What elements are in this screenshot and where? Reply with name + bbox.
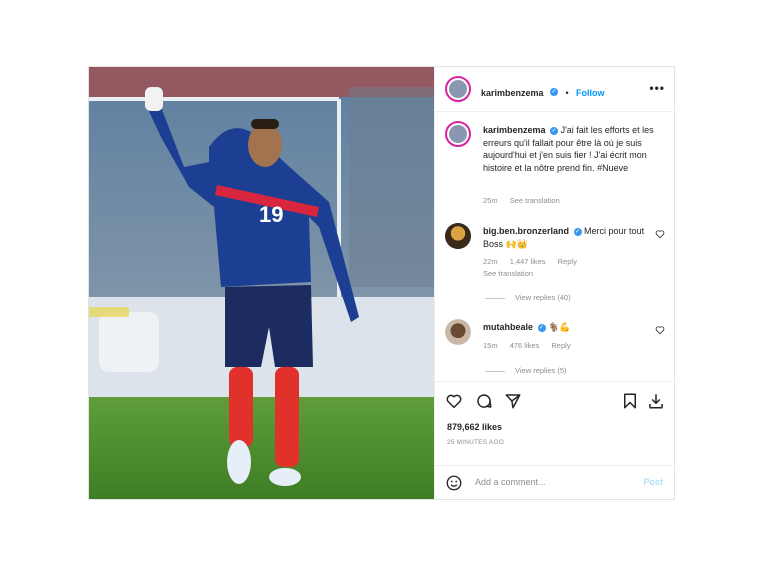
jersey-number: 19 (259, 202, 283, 227)
see-translation-link[interactable]: See translation (483, 269, 533, 278)
view-replies-label: View replies (5) (515, 366, 567, 375)
comment: big.ben.bronzerland ✓ Merci pour tout Bo… (483, 225, 648, 250)
comment-icon[interactable] (475, 392, 493, 410)
post-header: karimbenzema ✓ • Follow ••• (435, 67, 675, 112)
emoji-icon[interactable] (445, 474, 463, 492)
comment-username[interactable]: mutahbeale (483, 322, 533, 332)
heart-icon[interactable] (445, 392, 463, 410)
more-icon[interactable]: ••• (649, 81, 665, 95)
comment-text: 🐐💪 (548, 322, 571, 332)
caption: karimbenzema ✓ J'ai fait les efforts et … (483, 124, 663, 174)
see-translation-link[interactable]: See translation (510, 196, 560, 205)
verified-icon: ✓ (573, 227, 582, 236)
instagram-post: 19 karimbenzema ✓ • Follow ••• karimbenz… (88, 66, 675, 500)
comment-likes[interactable]: 476 likes (510, 341, 540, 350)
author-username[interactable]: karimbenzema (481, 88, 544, 98)
verified-icon: ✓ (550, 126, 559, 135)
reply-button[interactable]: Reply (551, 341, 570, 350)
view-replies-button[interactable]: View replies (40) (485, 293, 571, 302)
caption-time: 25m (483, 196, 498, 205)
commenter-avatar[interactable] (445, 319, 471, 345)
post-time: 25 MINUTES AGO (447, 439, 504, 446)
comment-input[interactable]: Add a comment... (475, 477, 546, 487)
comment-meta: 22m 1,447 likes Reply (483, 257, 587, 266)
share-icon[interactable] (504, 392, 522, 410)
separator: • (565, 88, 569, 98)
bookmark-icon[interactable] (621, 392, 639, 410)
caption-avatar[interactable] (445, 121, 471, 147)
likes-count[interactable]: 879,662 likes (447, 422, 502, 432)
caption-meta: 25m See translation (483, 196, 570, 205)
reply-button[interactable]: Reply (558, 257, 577, 266)
follow-button[interactable]: Follow (576, 88, 605, 98)
view-replies-button[interactable]: View replies (5) (485, 366, 567, 375)
post-photo[interactable]: 19 (89, 67, 434, 499)
verified-icon: ✓ (549, 87, 558, 96)
comment-like-icon[interactable] (655, 229, 665, 239)
comment-username[interactable]: big.ben.bronzerland (483, 226, 569, 236)
comment-like-icon[interactable] (655, 325, 665, 335)
post-side-panel: karimbenzema ✓ • Follow ••• karimbenzema… (434, 67, 675, 499)
view-replies-label: View replies (40) (515, 293, 571, 302)
verified-icon: ✓ (537, 323, 546, 332)
author-avatar[interactable] (445, 76, 471, 102)
comment: mutahbeale ✓ 🐐💪 (483, 321, 648, 334)
action-bar (435, 381, 675, 422)
insights-icon[interactable] (647, 392, 665, 410)
comment-time: 22m (483, 257, 498, 266)
comment-likes[interactable]: 1,447 likes (510, 257, 546, 266)
comment-time: 15m (483, 341, 498, 350)
post-button[interactable]: Post (643, 477, 663, 487)
comment-meta: 15m 476 likes Reply (483, 341, 581, 350)
player-photo: 19 (89, 67, 434, 499)
comment-composer: Add a comment... Post (435, 465, 675, 500)
caption-username[interactable]: karimbenzema (483, 125, 546, 135)
commenter-avatar[interactable] (445, 223, 471, 249)
